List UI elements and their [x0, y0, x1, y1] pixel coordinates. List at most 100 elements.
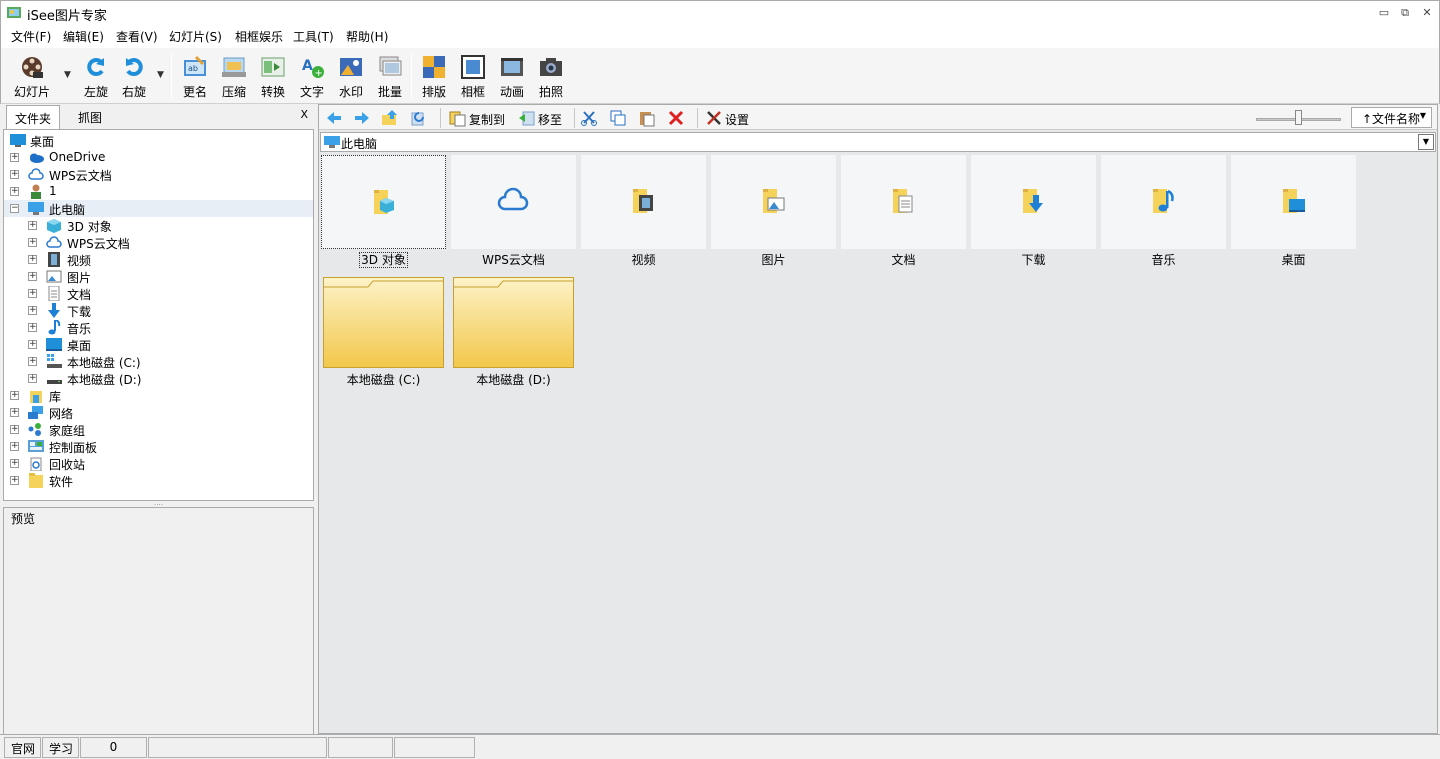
thumb-documents[interactable]: 文档	[841, 155, 966, 267]
menu-tools[interactable]: 工具(T)	[293, 28, 334, 45]
tree-node-music[interactable]: + 音乐	[4, 319, 313, 336]
tab-folders[interactable]: 文件夹	[6, 105, 61, 129]
rename-button[interactable]: ab 更名	[176, 52, 214, 100]
expand-icon[interactable]: +	[10, 425, 19, 434]
menu-frame-fun[interactable]: 相框娱乐	[235, 28, 283, 45]
website-link[interactable]: 官网	[4, 737, 41, 758]
tree-node-pictures[interactable]: + 图片	[4, 268, 313, 285]
minimize-button[interactable]: ▭	[1376, 5, 1392, 21]
thumb-downloads[interactable]: 下载	[971, 155, 1096, 267]
tab-capture[interactable]: 抓图	[70, 105, 110, 129]
menu-file[interactable]: 文件(F)	[11, 28, 51, 45]
thumb-music[interactable]: 音乐	[1101, 155, 1226, 267]
menu-edit[interactable]: 编辑(E)	[63, 28, 104, 45]
expand-icon[interactable]: +	[28, 340, 37, 349]
rotate-left-button[interactable]: 左旋	[77, 52, 115, 100]
expand-icon[interactable]: +	[10, 187, 19, 196]
animation-button[interactable]: 动画	[493, 52, 531, 100]
expand-icon[interactable]: +	[10, 476, 19, 485]
tree-node-homegroup[interactable]: + 家庭组	[4, 421, 313, 438]
expand-icon[interactable]: +	[10, 170, 19, 179]
learn-link[interactable]: 学习	[42, 737, 79, 758]
layout-button[interactable]: 排版	[415, 52, 453, 100]
drive-icon	[47, 380, 62, 384]
expand-icon[interactable]: +	[28, 289, 37, 298]
status-cell	[328, 737, 393, 758]
expand-icon[interactable]: +	[10, 442, 19, 451]
delete-button[interactable]	[667, 108, 687, 128]
expand-icon[interactable]: +	[28, 255, 37, 264]
expand-icon[interactable]: +	[28, 374, 37, 383]
thumb-videos[interactable]: 视频	[581, 155, 706, 267]
tree-node-desktop-2[interactable]: + 桌面	[4, 336, 313, 353]
address-bar[interactable]: 此电脑 ▼	[320, 132, 1436, 152]
tree-node-downloads[interactable]: + 下载	[4, 302, 313, 319]
expand-icon[interactable]: +	[10, 391, 19, 400]
close-button[interactable]: ✕	[1419, 5, 1435, 21]
watermark-button[interactable]: 水印	[332, 52, 370, 100]
menu-help[interactable]: 帮助(H)	[346, 28, 388, 45]
tree-node-user[interactable]: + 1	[4, 183, 313, 200]
thumb-wps-cloud[interactable]: WPS云文档	[451, 155, 576, 267]
left-pane: 文件夹 抓图 X 桌面 + OneDrive + WPS云文档 + 1 − 此电…	[3, 104, 314, 735]
expand-icon[interactable]: +	[28, 323, 37, 332]
slideshow-dropdown-icon[interactable]: ▼	[64, 70, 71, 80]
text-button[interactable]: A + 文字	[293, 52, 331, 100]
tree-node-software[interactable]: + 软件	[4, 472, 313, 489]
tree-node-drive-c[interactable]: + 本地磁盘 (C:)	[4, 353, 313, 370]
collapse-icon[interactable]: −	[10, 204, 19, 213]
expand-icon[interactable]: +	[28, 221, 37, 230]
tree-node-control-panel[interactable]: + 控制面板	[4, 438, 313, 455]
slideshow-button[interactable]: 幻灯片	[13, 52, 51, 100]
tree-label: 下载	[67, 305, 92, 319]
address-dropdown-icon[interactable]: ▼	[1418, 134, 1434, 150]
rotate-right-button[interactable]: 右旋	[115, 52, 153, 100]
expand-icon[interactable]: +	[10, 153, 19, 162]
tree-node-3d-objects[interactable]: + 3D 对象	[4, 217, 313, 234]
refresh-button[interactable]	[410, 108, 430, 128]
move-to-button[interactable]: 移至	[518, 108, 568, 128]
expand-icon[interactable]: +	[10, 459, 19, 468]
tree-node-wps-cloud[interactable]: + WPS云文档	[4, 166, 313, 183]
expand-icon[interactable]: +	[28, 272, 37, 281]
menu-slideshow[interactable]: 幻灯片(S)	[169, 28, 222, 45]
tree-node-documents[interactable]: + 文档	[4, 285, 313, 302]
expand-icon[interactable]: +	[28, 306, 37, 315]
paste-button[interactable]	[638, 108, 658, 128]
tree-node-recycle-bin[interactable]: + 回收站	[4, 455, 313, 472]
thumb-drive-c[interactable]: 本地磁盘 (C:)	[321, 277, 446, 389]
cut-button[interactable]	[580, 108, 600, 128]
tree-node-library[interactable]: + 库	[4, 387, 313, 404]
thumb-drive-d[interactable]: 本地磁盘 (D:)	[451, 277, 576, 389]
restore-button[interactable]: ⧉	[1397, 5, 1413, 21]
thumb-desktop[interactable]: 桌面	[1231, 155, 1356, 267]
back-button[interactable]	[325, 108, 345, 128]
tree-node-network[interactable]: + 网络	[4, 404, 313, 421]
tree-node-desktop[interactable]: 桌面	[4, 132, 313, 149]
frame-button[interactable]: 相框	[454, 52, 492, 100]
zoom-slider-thumb[interactable]	[1295, 110, 1302, 125]
tree-node-wps-cloud-2[interactable]: + WPS云文档	[4, 234, 313, 251]
tree-node-this-pc[interactable]: − 此电脑	[4, 200, 313, 217]
expand-icon[interactable]: +	[28, 357, 37, 366]
convert-button[interactable]: 转换	[254, 52, 292, 100]
pane-close-button[interactable]: X	[300, 108, 308, 121]
sort-dropdown[interactable]: ↑文件名称 ▼	[1351, 107, 1432, 128]
thumb-pictures[interactable]: 图片	[711, 155, 836, 267]
photo-button[interactable]: 拍照	[532, 52, 570, 100]
copy-to-button[interactable]: 复制到	[449, 108, 511, 128]
rotate-dropdown-icon[interactable]: ▼	[157, 70, 164, 80]
tree-node-videos[interactable]: + 视频	[4, 251, 313, 268]
settings-button[interactable]: 设置	[705, 108, 755, 128]
up-folder-button[interactable]	[381, 108, 401, 128]
tree-node-onedrive[interactable]: + OneDrive	[4, 149, 313, 166]
batch-button[interactable]: 批量	[371, 52, 409, 100]
copy-button[interactable]	[609, 108, 629, 128]
thumb-3d-objects[interactable]: 3D 对象	[321, 155, 446, 268]
tree-node-drive-d[interactable]: + 本地磁盘 (D:)	[4, 370, 313, 387]
expand-icon[interactable]: +	[10, 408, 19, 417]
compress-button[interactable]: 压缩	[215, 52, 253, 100]
menu-view[interactable]: 查看(V)	[116, 28, 158, 45]
forward-button[interactable]	[353, 108, 373, 128]
expand-icon[interactable]: +	[28, 238, 37, 247]
